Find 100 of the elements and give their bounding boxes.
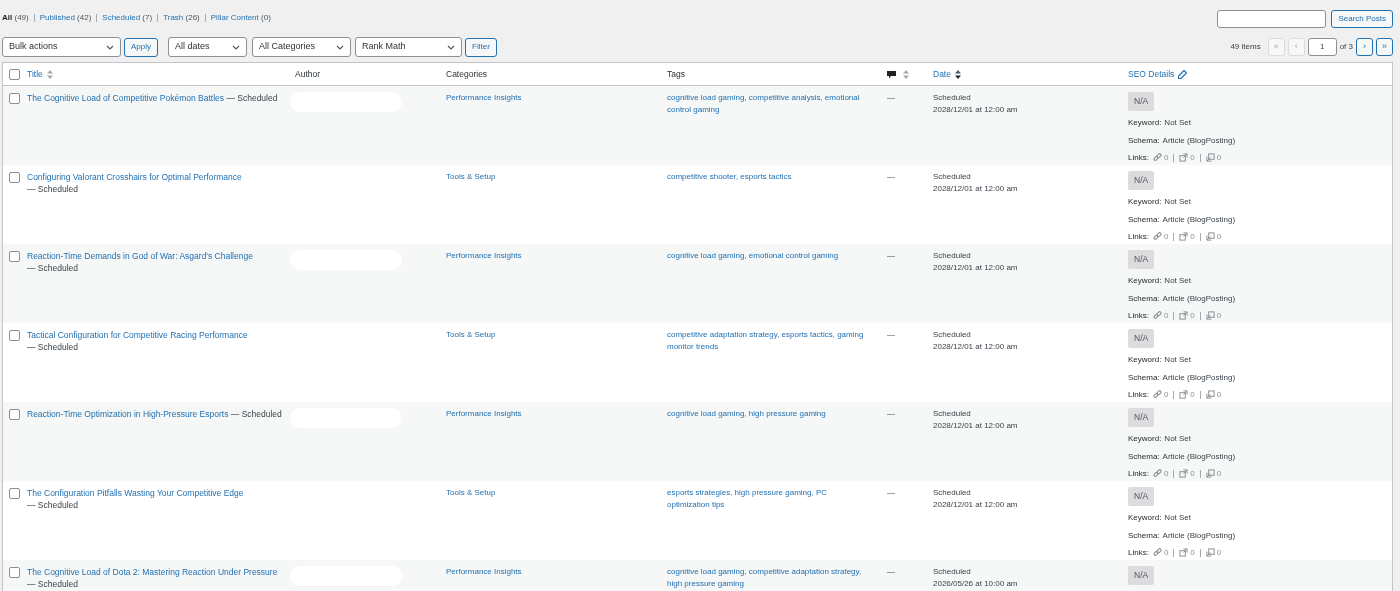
date-status: Scheduled	[933, 171, 972, 183]
schema-value: Article (BlogPosting)	[1162, 371, 1236, 384]
tags-link[interactable]: esports strategies, high pressure gaming, PC optimization tips	[667, 487, 887, 511]
date-status: Scheduled	[933, 250, 972, 262]
title-column-header[interactable]: Title	[27, 67, 43, 81]
date-column-header[interactable]: Date	[933, 67, 951, 81]
post-status: — Scheduled	[27, 183, 79, 195]
external-link-icon	[1179, 232, 1189, 242]
links-label: Links:	[1128, 309, 1149, 322]
chevron-down-icon	[232, 44, 240, 50]
link-icon	[1152, 548, 1162, 558]
tags-link[interactable]: competitive adaptation strategy, esports tactics, gaming monitor trends	[667, 329, 887, 353]
checkbox[interactable]	[9, 251, 20, 262]
category-link[interactable]: Tools & Setup	[446, 487, 667, 499]
external-link-icon	[1179, 153, 1189, 163]
keyword-value: Not Set	[1164, 432, 1192, 445]
view-filter-link[interactable]: Published (42)	[39, 12, 92, 24]
links-label: Links:	[1128, 546, 1149, 559]
tags-link[interactable]: competitive shooter, esports tactics	[667, 171, 887, 183]
links-label: Links:	[1128, 151, 1149, 164]
link-icon	[1152, 153, 1162, 163]
tags-link[interactable]: cognitive load gaming, high pressure gaming	[667, 408, 887, 420]
dropdown[interactable]: All Categories	[252, 37, 351, 57]
links-label: Links:	[1128, 230, 1149, 243]
post-title-link[interactable]: Tactical Configuration for Competitive Racing Performance	[27, 330, 248, 340]
checkbox[interactable]	[9, 409, 20, 420]
pagination-button[interactable]: »	[1376, 38, 1393, 56]
schema-label: Schema:	[1128, 371, 1160, 384]
checkbox[interactable]	[9, 93, 20, 104]
tags-link[interactable]: cognitive load gaming, emotional control gaming	[667, 250, 887, 262]
checkbox[interactable]	[9, 68, 20, 80]
search-field[interactable]	[1217, 10, 1327, 28]
category-link[interactable]: Tools & Setup	[446, 171, 667, 183]
apply-button[interactable]: Apply	[124, 37, 158, 57]
schema-label: Schema:	[1128, 292, 1160, 305]
dropdown[interactable]: Rank Math	[355, 37, 462, 57]
post-status: — Scheduled	[27, 499, 79, 511]
pagination-button[interactable]: ›	[1356, 38, 1373, 56]
tags-link[interactable]: cognitive load gaming, competitive adaptation strategy, high pressure gaming	[667, 566, 887, 590]
post-date: 2028/12/01 at 12:00 am	[933, 420, 1019, 432]
tags-link[interactable]: cognitive load gaming, competitive analysis, emotional control gaming	[667, 92, 887, 116]
checkbox[interactable]	[9, 330, 20, 341]
date-status: Scheduled	[933, 566, 972, 578]
view-filter-link[interactable]: Pillar Content (0)	[210, 12, 271, 24]
checkbox[interactable]	[9, 567, 20, 578]
keyword-label: Keyword:	[1128, 195, 1162, 208]
schema-label: Schema:	[1128, 213, 1160, 226]
external-links-count: 0	[1190, 467, 1195, 480]
links-label: Links:	[1128, 388, 1149, 401]
link-icon	[1152, 232, 1162, 242]
search-posts-button[interactable]: Search Posts	[1331, 10, 1393, 28]
dropdown[interactable]: All dates	[168, 37, 247, 57]
date-status: Scheduled	[933, 487, 972, 499]
post-title-link[interactable]: The Cognitive Load of Dota 2: Mastering Reaction Under Pressure	[27, 567, 278, 577]
comment-icon	[887, 69, 896, 79]
category-link[interactable]: Tools & Setup	[446, 329, 667, 341]
seo-details-column-header[interactable]: SEO Details	[1128, 67, 1175, 81]
chevron-down-icon	[447, 44, 455, 50]
category-link[interactable]: Performance Insights	[446, 92, 667, 104]
seo-score-badge: N/A	[1128, 329, 1155, 348]
internal-links-count: 0	[1163, 151, 1169, 164]
post-date: 2028/12/01 at 12:00 am	[933, 104, 1019, 116]
category-link[interactable]: Performance Insights	[446, 566, 667, 578]
post-status: — Scheduled	[27, 262, 79, 274]
post-title-link[interactable]: Configuring Valorant Crosshairs for Optimal Performance	[27, 172, 242, 182]
chevron-down-icon	[106, 44, 114, 50]
post-title-link[interactable]: Reaction-Time Optimization in High-Pressure Esports	[27, 409, 229, 419]
checkbox[interactable]	[9, 488, 20, 499]
schema-label: Schema:	[1128, 134, 1160, 147]
view-filter-link[interactable]: All (49)	[2, 12, 29, 24]
link-icon	[1152, 390, 1162, 400]
external-link-icon	[1179, 311, 1189, 321]
author-column-header: Author	[295, 67, 322, 81]
internal-links-count: 0	[1163, 388, 1169, 401]
schema-value: Article (BlogPosting)	[1162, 450, 1236, 463]
keyword-label: Keyword:	[1128, 511, 1162, 524]
seo-score-badge: N/A	[1128, 250, 1155, 269]
view-filter-link[interactable]: Scheduled (7)	[102, 12, 153, 24]
dropdown[interactable]: Bulk actions	[2, 37, 121, 57]
seo-score-badge: N/A	[1128, 408, 1155, 427]
post-title-link[interactable]: The Configuration Pitfalls Wasting Your Competitive Edge	[27, 488, 244, 498]
view-filter-link[interactable]: Trash (26)	[163, 12, 200, 24]
post-status: — Scheduled	[226, 92, 278, 104]
chevron-down-icon	[336, 44, 344, 50]
keyword-label: Keyword:	[1128, 274, 1162, 287]
category-link[interactable]: Performance Insights	[446, 250, 667, 262]
category-link[interactable]: Performance Insights	[446, 408, 667, 420]
tags-column-header: Tags	[667, 67, 686, 81]
post-title-link[interactable]: The Cognitive Load of Competitive Pokémon Battles	[27, 93, 225, 103]
keyword-value: Not Set	[1164, 116, 1192, 129]
checkbox[interactable]	[9, 172, 20, 183]
keyword-value: Not Set	[1164, 353, 1192, 366]
item-count: 49 items	[1230, 41, 1261, 53]
post-status: — Scheduled	[230, 408, 282, 420]
seo-score-badge: N/A	[1128, 566, 1155, 585]
page-number-field[interactable]: 1	[1307, 38, 1337, 56]
sort-icon	[903, 69, 909, 79]
filter-button[interactable]: Filter	[465, 37, 497, 57]
page-total: of 3	[1339, 41, 1353, 53]
post-title-link[interactable]: Reaction-Time Demands in God of War: Asgard's Challenge	[27, 251, 253, 261]
